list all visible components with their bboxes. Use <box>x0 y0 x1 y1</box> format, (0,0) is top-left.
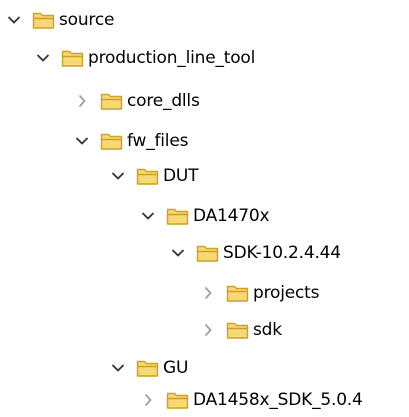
chevron-down-icon[interactable] <box>6 12 22 28</box>
folder-icon <box>61 48 85 68</box>
tree-node-fw-files[interactable]: fw_files <box>74 124 188 158</box>
tree-node-core-dlls[interactable]: core_dlls <box>74 84 200 118</box>
tree-node-label: sdk <box>253 320 282 340</box>
folder-icon <box>136 166 160 186</box>
tree-node-label: projects <box>253 283 320 303</box>
tree-node-label: core_dlls <box>127 91 200 111</box>
tree-node-label: fw_files <box>127 131 189 151</box>
chevron-down-icon[interactable] <box>74 133 90 149</box>
folder-icon <box>100 91 124 111</box>
folder-icon <box>166 390 190 410</box>
folder-icon <box>166 206 190 226</box>
tree-node-source[interactable]: source <box>6 3 114 37</box>
chevron-right-icon[interactable] <box>74 93 90 109</box>
tree-node-label: production_line_tool <box>88 48 256 68</box>
tree-node-sdk-10-2-4-44[interactable]: SDK-10.2.4.44 <box>170 236 341 270</box>
tree-node-label: source <box>59 10 115 30</box>
tree-node-sdk[interactable]: sdk <box>200 313 282 347</box>
tree-node-da1470x[interactable]: DA1470x <box>140 199 270 233</box>
folder-icon <box>226 283 250 303</box>
tree-node-label: GU <box>163 358 189 378</box>
folder-icon <box>32 10 56 30</box>
tree-node-gu[interactable]: GU <box>110 351 188 385</box>
tree-node-production-line-tool[interactable]: production_line_tool <box>35 41 255 75</box>
tree-node-label: DA1470x <box>193 206 270 226</box>
chevron-down-icon[interactable] <box>140 208 156 224</box>
tree-node-label: DUT <box>163 166 199 186</box>
tree-node-dut[interactable]: DUT <box>110 159 199 193</box>
tree-node-projects[interactable]: projects <box>200 276 319 310</box>
tree-node-da1458x-sdk-5-0-4[interactable]: DA1458x_SDK_5.0.4 <box>140 383 363 417</box>
tree-node-label: DA1458x_SDK_5.0.4 <box>193 390 363 410</box>
folder-tree: source production_line_tool core_dlls fw… <box>0 0 409 417</box>
chevron-down-icon[interactable] <box>170 245 186 261</box>
folder-icon <box>136 358 160 378</box>
chevron-right-icon[interactable] <box>200 322 216 338</box>
chevron-right-icon[interactable] <box>140 392 156 408</box>
folder-icon <box>196 243 220 263</box>
chevron-down-icon[interactable] <box>35 50 51 66</box>
tree-node-label: SDK-10.2.4.44 <box>223 243 341 263</box>
chevron-right-icon[interactable] <box>200 285 216 301</box>
chevron-down-icon[interactable] <box>110 168 126 184</box>
chevron-down-icon[interactable] <box>110 360 126 376</box>
folder-icon <box>100 131 124 151</box>
folder-icon <box>226 320 250 340</box>
